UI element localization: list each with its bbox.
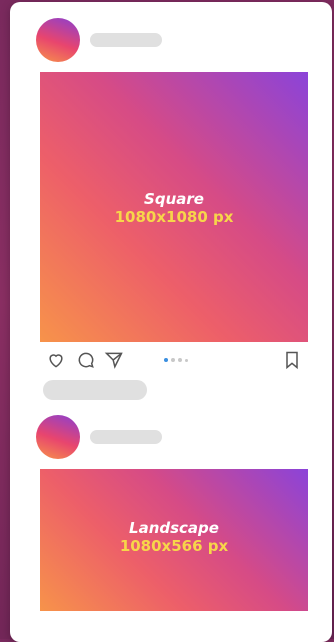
carousel-dot — [185, 358, 188, 362]
square-post-image: Square 1080x1080 px — [40, 72, 308, 342]
landscape-post-image: Landscape 1080x566 px — [40, 469, 308, 611]
profile-avatar[interactable] — [36, 18, 80, 62]
username-placeholder — [90, 430, 162, 444]
instagram-post-mockup-card: Square 1080x1080 px Landscape 1080x566 p… — [10, 2, 332, 642]
profile-avatar[interactable] — [36, 415, 80, 459]
media-dimensions: 1080x566 px — [119, 537, 229, 555]
carousel-indicator — [164, 358, 188, 362]
username-placeholder — [90, 33, 162, 47]
caption-placeholder — [43, 380, 147, 400]
media-format-label: Landscape — [129, 519, 219, 537]
heart-icon[interactable] — [46, 350, 66, 370]
bookmark-icon[interactable] — [282, 350, 302, 370]
comment-icon[interactable] — [76, 350, 96, 370]
send-icon[interactable] — [104, 350, 124, 370]
media-format-label: Square — [144, 190, 204, 208]
carousel-dot-active — [164, 358, 168, 362]
media-dimensions: 1080x1080 px — [114, 208, 234, 226]
carousel-dot — [171, 358, 175, 362]
carousel-dot — [178, 358, 182, 362]
